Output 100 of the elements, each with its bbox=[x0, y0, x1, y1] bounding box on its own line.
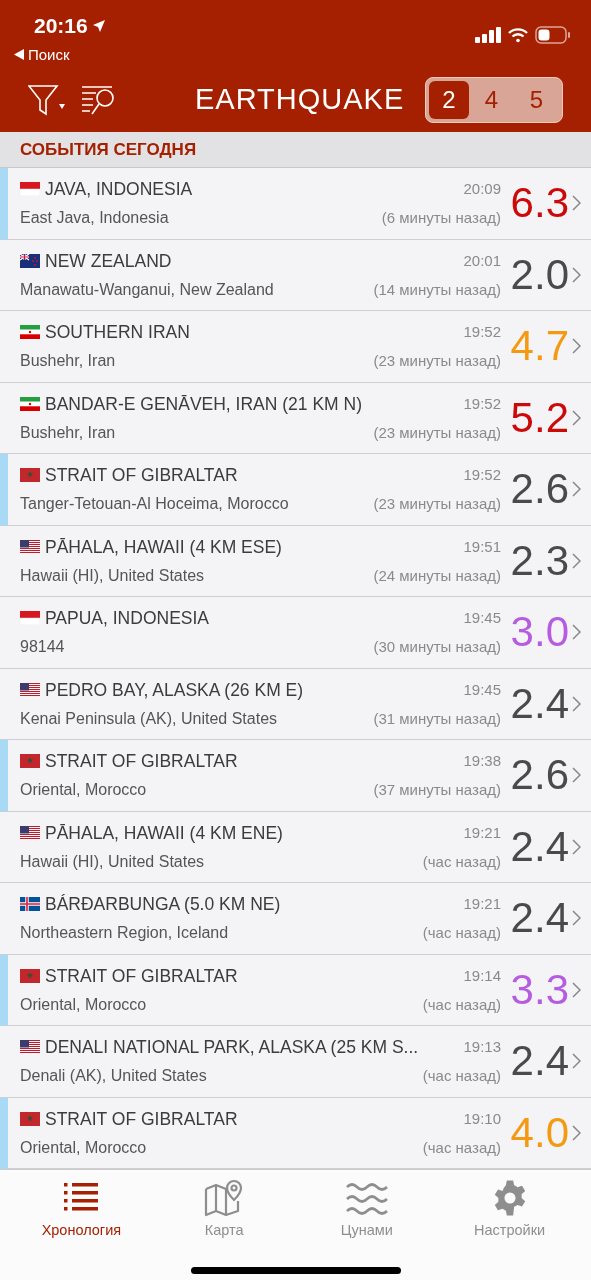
event-time-ago: (час назад) bbox=[422, 994, 501, 1015]
chevron-icon bbox=[572, 1124, 581, 1141]
flag-icon bbox=[20, 539, 40, 554]
flag-icon bbox=[20, 754, 40, 769]
event-time: 19:13 bbox=[463, 1037, 501, 1057]
event-time-ago: (час назад) bbox=[422, 1137, 501, 1158]
event-magnitude: 4.0 bbox=[509, 1111, 569, 1154]
location-arrow-icon bbox=[91, 18, 106, 33]
filter-button[interactable] bbox=[28, 84, 66, 116]
event-region: Hawaii (HI), United States bbox=[20, 565, 205, 586]
back-link[interactable]: Поиск bbox=[14, 43, 106, 66]
back-triangle-icon bbox=[14, 49, 24, 61]
chevron-icon bbox=[572, 981, 581, 998]
flag-icon bbox=[20, 1111, 40, 1126]
search-list-button[interactable] bbox=[82, 84, 116, 116]
event-magnitude: 2.6 bbox=[509, 468, 569, 511]
flag-icon bbox=[20, 1040, 40, 1055]
event-place: STRAIT OF GIBRALTAR bbox=[45, 1107, 238, 1131]
app-title: EARTHQUAKE bbox=[195, 82, 405, 118]
event-region: Manawatu-Wanganui, New Zealand bbox=[20, 279, 274, 300]
event-magnitude: 2.6 bbox=[509, 754, 569, 797]
event-region: East Java, Indonesia bbox=[20, 208, 169, 229]
event-row[interactable]: JAVA, INDONESIA 20:09 East Java, Indonesia (6 минуты назад) 6.3 bbox=[0, 168, 591, 240]
event-region: Hawaii (HI), United States bbox=[20, 851, 205, 872]
chevron-icon bbox=[572, 481, 581, 498]
chevron-icon bbox=[572, 767, 581, 784]
event-place: STRAIT OF GIBRALTAR bbox=[45, 464, 238, 488]
event-magnitude: 2.4 bbox=[509, 682, 569, 725]
event-region: Oriental, Morocco bbox=[20, 780, 147, 801]
event-place: PĀHALA, HAWAII (4 KM ENE) bbox=[45, 821, 283, 845]
event-time-ago: (30 минуты назад) bbox=[373, 637, 501, 658]
flag-icon bbox=[20, 253, 40, 268]
event-magnitude: 3.0 bbox=[509, 611, 569, 654]
chevron-icon bbox=[572, 338, 581, 355]
status-time: 20:16 bbox=[34, 13, 88, 39]
event-place: PAPUA, INDONESIA bbox=[45, 607, 210, 631]
event-time-ago: (14 минуты назад) bbox=[373, 279, 501, 300]
flag-icon bbox=[20, 182, 40, 197]
event-magnitude: 3.3 bbox=[509, 968, 569, 1011]
list-icon bbox=[64, 1183, 99, 1213]
chevron-icon bbox=[572, 552, 581, 569]
battery-icon bbox=[535, 26, 571, 44]
event-time-ago: (час назад) bbox=[422, 851, 501, 872]
section-title: СОБЫТИЯ СЕГОДНЯ bbox=[20, 138, 197, 161]
event-time: 19:51 bbox=[463, 536, 501, 557]
event-magnitude: 2.3 bbox=[509, 539, 569, 582]
chevron-icon bbox=[572, 266, 581, 283]
event-place: PEDRO BAY, ALASKA (26 KM E) bbox=[45, 678, 304, 702]
waves-icon bbox=[345, 1181, 388, 1215]
event-time: 19:45 bbox=[463, 608, 501, 628]
magnitude-segment[interactable]: 2 bbox=[429, 81, 469, 119]
chevron-icon bbox=[572, 624, 581, 641]
flag-icon bbox=[20, 611, 40, 626]
event-region: 98144 bbox=[20, 637, 65, 658]
event-place: JAVA, INDONESIA bbox=[45, 178, 193, 202]
event-row[interactable]: STRAIT OF GIBRALTAR 19:38 Oriental, Morocco (37 минуты назад) 2.6 bbox=[0, 740, 591, 812]
flag-icon bbox=[20, 325, 40, 340]
search-list-icon bbox=[82, 84, 116, 116]
filter-icon bbox=[28, 84, 66, 116]
event-place: SOUTHERN IRAN bbox=[45, 321, 190, 345]
event-magnitude: 2.0 bbox=[509, 253, 569, 296]
chevron-icon bbox=[572, 409, 581, 426]
event-time-ago: (час назад) bbox=[422, 923, 501, 944]
flag-icon bbox=[20, 897, 40, 912]
flag-icon bbox=[20, 968, 40, 983]
event-magnitude: 5.2 bbox=[509, 396, 569, 439]
event-place: STRAIT OF GIBRALTAR bbox=[45, 750, 238, 774]
wifi-icon bbox=[507, 27, 529, 43]
event-time: 20:09 bbox=[463, 179, 501, 199]
event-time-ago: (24 минуты назад) bbox=[373, 565, 501, 586]
event-time: 19:21 bbox=[463, 894, 501, 914]
event-magnitude: 2.4 bbox=[509, 1040, 569, 1083]
event-region: Kenai Peninsula (AK), United States bbox=[20, 708, 278, 729]
event-row[interactable]: STRAIT OF GIBRALTAR 19:14 Oriental, Morocco (час назад) 3.3 bbox=[0, 954, 591, 1026]
event-row[interactable]: STRAIT OF GIBRALTAR 19:52 Tanger-Tetouan-Al Hoceima, Morocco (23 минуты назад) 2.6 bbox=[0, 454, 591, 526]
event-region: Bushehr, Iran bbox=[20, 351, 116, 372]
event-place: DENALI NATIONAL PARK, ALASKA (25 KM S... bbox=[45, 1036, 419, 1060]
event-place: BANDAR-E GENĀVEH, IRAN (21 KM N) bbox=[45, 392, 362, 416]
event-time-ago: (23 минуты назад) bbox=[373, 351, 501, 372]
event-magnitude: 4.7 bbox=[509, 325, 569, 368]
event-time-ago: (час назад) bbox=[422, 1066, 501, 1087]
chevron-icon bbox=[572, 838, 581, 855]
event-region: Oriental, Morocco bbox=[20, 1137, 147, 1158]
signal-icon bbox=[475, 27, 501, 43]
event-time-ago: (31 минуты назад) bbox=[373, 708, 501, 729]
event-time: 19:38 bbox=[463, 751, 501, 771]
event-time: 19:14 bbox=[463, 965, 501, 986]
event-time: 19:10 bbox=[463, 1108, 501, 1129]
event-time: 19:52 bbox=[463, 393, 501, 414]
event-time-ago: (23 минуты назад) bbox=[373, 422, 501, 443]
event-place: BÁRÐARBUNGA (5.0 KM NE) bbox=[45, 893, 281, 917]
chevron-icon bbox=[572, 195, 581, 212]
tab-bar-item[interactable]: Хронология bbox=[21, 1178, 142, 1242]
event-time-ago: (6 минуты назад) bbox=[381, 208, 501, 229]
event-time: 19:52 bbox=[463, 465, 501, 485]
event-place: NEW ZEALAND bbox=[45, 249, 172, 273]
event-region: Oriental, Morocco bbox=[20, 994, 147, 1015]
event-row[interactable]: STRAIT OF GIBRALTAR 19:10 Oriental, Morocco (час назад) 4.0 bbox=[0, 1097, 591, 1169]
chevron-icon bbox=[572, 910, 581, 927]
event-region: Bushehr, Iran bbox=[20, 422, 116, 443]
